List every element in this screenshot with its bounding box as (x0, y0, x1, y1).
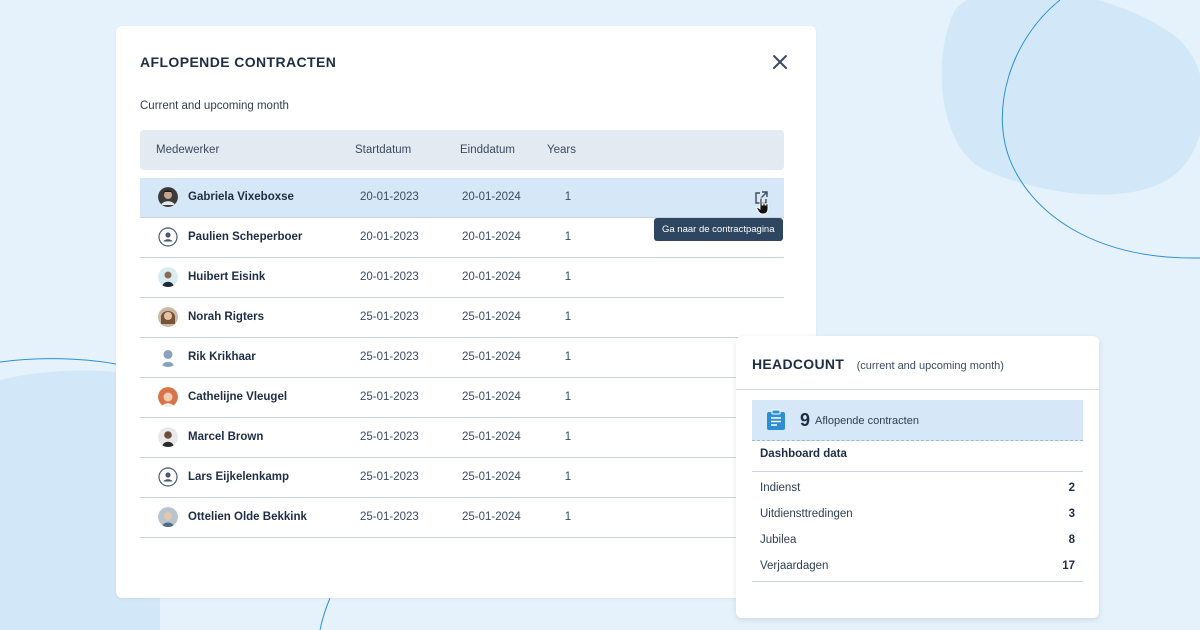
dashboard-title: Dashboard data (760, 448, 847, 460)
item-label: Uitdiensttredingen (760, 508, 853, 520)
years: 1 (564, 231, 572, 243)
start-date: 25-01-2023 (360, 311, 419, 323)
card-subtitle: (current and upcoming month) (856, 360, 1004, 372)
end-date: 25-01-2024 (462, 511, 521, 523)
table-row[interactable]: Rik Krikhaar 25-01-2023 25-01-2024 1 (140, 338, 784, 378)
clipboard-icon (766, 409, 786, 431)
contracts-panel: AFLOPENDE CONTRACTEN Current and upcomin… (116, 26, 816, 598)
end-date: 25-01-2024 (462, 351, 521, 363)
avatar (158, 187, 178, 207)
years: 1 (564, 511, 572, 523)
divider (752, 581, 1083, 582)
headcount-card: HEADCOUNT (current and upcoming month) 9… (736, 336, 1099, 618)
years: 1 (564, 351, 572, 363)
close-icon[interactable] (770, 52, 790, 72)
item-value: 8 (1068, 534, 1075, 546)
table-row[interactable]: Lars Eijkelenkamp 25-01-2023 25-01-2024 … (140, 458, 784, 498)
avatar (158, 347, 178, 367)
tooltip: Ga naar de contractpagina (654, 218, 783, 241)
start-date: 25-01-2023 (360, 511, 419, 523)
user-placeholder-icon (158, 227, 178, 247)
list-item[interactable]: Jubilea 8 (752, 528, 1083, 554)
years: 1 (564, 191, 572, 203)
item-value: 2 (1068, 482, 1075, 494)
dashboard-list: Indienst 2 Uitdiensttredingen 3 Jubilea … (752, 476, 1083, 580)
employee-name: Gabriela Vixeboxse (188, 191, 294, 203)
employee-name: Rik Krikhaar (188, 351, 256, 363)
start-date: 25-01-2023 (360, 391, 419, 403)
item-label: Jubilea (760, 534, 797, 546)
end-date: 25-01-2024 (462, 311, 521, 323)
table-row[interactable]: Ottelien Olde Bekkink 25-01-2023 25-01-2… (140, 498, 784, 538)
employee-name: Marcel Brown (188, 431, 264, 443)
years: 1 (564, 271, 572, 283)
avatar (158, 267, 178, 287)
end-date: 20-01-2024 (462, 191, 521, 203)
list-item[interactable]: Indienst 2 (752, 476, 1083, 502)
end-date: 25-01-2024 (462, 471, 521, 483)
years: 1 (564, 471, 572, 483)
column-header-years[interactable]: Years (547, 130, 576, 170)
kpi-expiring-contracts[interactable]: 9 Aflopende contracten (752, 400, 1083, 441)
avatar (158, 427, 178, 447)
list-item[interactable]: Uitdiensttredingen 3 (752, 502, 1083, 528)
kpi-value: 9 (800, 410, 811, 430)
start-date: 25-01-2023 (360, 431, 419, 443)
table-row[interactable]: Marcel Brown 25-01-2023 25-01-2024 1 (140, 418, 784, 458)
table-header: Medewerker Startdatum Einddatum Years (140, 130, 784, 170)
employee-name: Paulien Scheperboer (188, 231, 303, 243)
employee-name: Cathelijne Vleugel (188, 391, 288, 403)
item-label: Indienst (760, 482, 801, 494)
table-row[interactable]: Huibert Eisink 20-01-2023 20-01-2024 1 (140, 258, 784, 298)
years: 1 (564, 391, 572, 403)
item-label: Verjaardagen (760, 560, 829, 572)
pointer-cursor-icon (756, 197, 770, 215)
avatar (158, 387, 178, 407)
employee-name: Lars Eijkelenkamp (188, 471, 289, 483)
divider (736, 389, 1099, 390)
employee-name: Huibert Eisink (188, 271, 266, 283)
column-header-medewerker[interactable]: Medewerker (156, 130, 219, 170)
start-date: 25-01-2023 (360, 351, 419, 363)
divider (752, 471, 1083, 472)
table-row[interactable]: Norah Rigters 25-01-2023 25-01-2024 1 (140, 298, 784, 338)
column-header-startdatum[interactable]: Startdatum (355, 130, 411, 170)
kpi-label: Aflopende contracten (815, 415, 919, 427)
table-row[interactable]: Cathelijne Vleugel 25-01-2023 25-01-2024… (140, 378, 784, 418)
start-date: 25-01-2023 (360, 471, 419, 483)
item-value: 3 (1068, 508, 1075, 520)
start-date: 20-01-2023 (360, 271, 419, 283)
card-title: HEADCOUNT (752, 356, 845, 372)
avatar (158, 307, 178, 327)
end-date: 20-01-2024 (462, 231, 521, 243)
user-placeholder-icon (158, 467, 178, 487)
end-date: 25-01-2024 (462, 431, 521, 443)
column-header-einddatum[interactable]: Einddatum (460, 130, 515, 170)
list-item[interactable]: Verjaardagen 17 (752, 554, 1083, 580)
end-date: 20-01-2024 (462, 271, 521, 283)
panel-title: AFLOPENDE CONTRACTEN (140, 54, 337, 70)
end-date: 25-01-2024 (462, 391, 521, 403)
item-value: 17 (1062, 560, 1075, 572)
employee-name: Norah Rigters (188, 311, 265, 323)
start-date: 20-01-2023 (360, 231, 419, 243)
start-date: 20-01-2023 (360, 191, 419, 203)
years: 1 (564, 431, 572, 443)
card-header: HEADCOUNT (current and upcoming month) (752, 356, 1082, 376)
years: 1 (564, 311, 572, 323)
panel-subtitle: Current and upcoming month (140, 100, 289, 112)
table-row[interactable]: Gabriela Vixeboxse 20-01-2023 20-01-2024… (140, 178, 784, 218)
avatar (158, 507, 178, 527)
employee-name: Ottelien Olde Bekkink (188, 511, 307, 523)
